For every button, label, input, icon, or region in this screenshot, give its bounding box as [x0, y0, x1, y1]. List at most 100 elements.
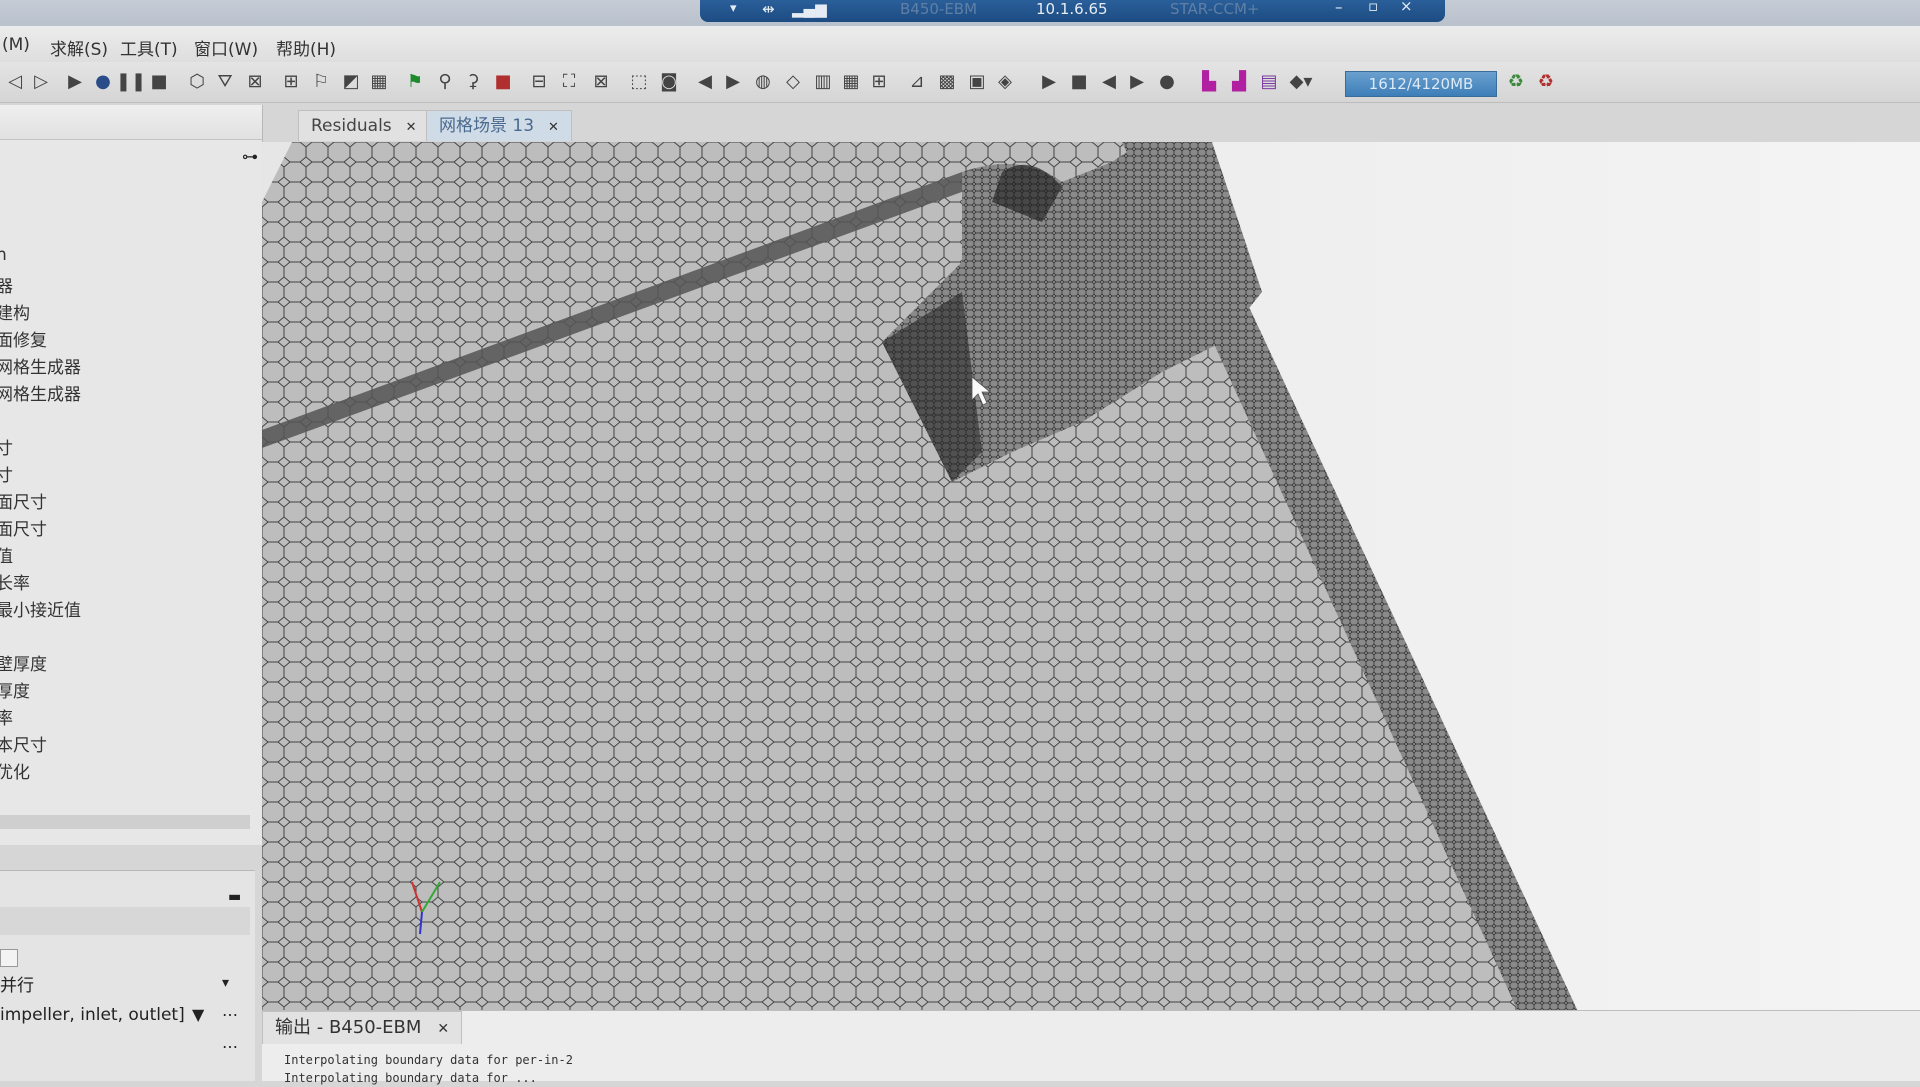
menu-bar: (M) 求解(S) 工具(T) 窗口(W) 帮助(H)	[0, 26, 1920, 62]
pause-icon[interactable]: ❚❚	[116, 70, 146, 92]
signal-icon: ▂▄▆	[792, 0, 827, 18]
tree-item[interactable]: 本尺寸	[0, 731, 47, 756]
menu-item-solve[interactable]: 求解(S)	[50, 35, 108, 60]
tree-item[interactable]: 长率	[0, 569, 30, 594]
step-back-icon[interactable]: ◀	[1098, 70, 1120, 92]
record-icon[interactable]: ●	[1156, 70, 1178, 92]
minimize-icon[interactable]: –	[1335, 0, 1343, 16]
region-filter-value[interactable]: impeller, inlet, outlet]	[0, 1005, 185, 1025]
menu-item-window[interactable]: 窗口(W)	[194, 35, 258, 60]
minimize-panel-icon[interactable]: ▬	[228, 889, 241, 905]
tree-item[interactable]: 面修复	[0, 326, 47, 351]
close-icon[interactable]: ✕	[548, 120, 559, 135]
grid2-icon[interactable]: ▦	[840, 70, 862, 92]
right-arrow-icon[interactable]: ▶	[722, 70, 744, 92]
tree-item[interactable]: 器	[0, 272, 13, 297]
output-log: Interpolating boundary data for per-in-2…	[284, 1051, 573, 1087]
step-icon[interactable]: ●	[92, 70, 114, 92]
tree-item[interactable]: 厚度	[0, 677, 30, 702]
tab-label: Residuals	[311, 116, 392, 136]
tree-item[interactable]: h	[0, 245, 7, 265]
filter-icon[interactable]: ▼	[192, 1005, 204, 1024]
bar-chart2-icon[interactable]: ▟	[1228, 70, 1250, 92]
stop2-icon[interactable]: ■	[1068, 70, 1090, 92]
pin-icon[interactable]: ⇹	[762, 0, 775, 18]
green-flag-icon[interactable]: ⚑	[404, 70, 426, 92]
tree-view-icon[interactable]: ⊶	[242, 147, 258, 166]
table-icon[interactable]: ▦	[368, 70, 390, 92]
tree-item[interactable]: 建构	[0, 299, 30, 324]
ellipsis-icon[interactable]: …	[222, 1001, 238, 1020]
section-icon[interactable]: ⊟	[528, 70, 550, 92]
menu-item-tools[interactable]: 工具(T)	[120, 35, 178, 60]
forward-icon[interactable]: ▷	[30, 70, 52, 92]
ellipsis-icon[interactable]: …	[222, 1033, 238, 1052]
report-dropdown-icon[interactable]: ◆▾	[1290, 70, 1313, 92]
output-tab[interactable]: 输出 - B450-EBM ✕	[262, 1011, 463, 1044]
tree-item[interactable]: 值	[0, 542, 13, 567]
output-panel: 输出 - B450-EBM ✕ Interpolating boundary da…	[262, 1010, 1920, 1085]
menu-item-mesh[interactable]: (M)	[2, 35, 30, 55]
walk-icon[interactable]: ⚲	[434, 70, 456, 92]
step-forward-icon[interactable]: ▶	[1126, 70, 1148, 92]
sphere-icon[interactable]: ◍	[752, 70, 774, 92]
property-row[interactable]	[0, 907, 250, 935]
tree-item[interactable]: 面尺寸	[0, 488, 47, 513]
simulation-tree-panel: ▬ ⊶ ▾ h 器 建构 面修复 网格生成器 网格生成器 寸 寸 面尺寸 面尺寸…	[0, 105, 263, 845]
monitor-icon[interactable]: ▩	[936, 70, 958, 92]
tree-item[interactable]: 寸	[0, 434, 13, 459]
tree-item[interactable]: 率	[0, 704, 13, 729]
gc2-icon[interactable]: ♻	[1535, 70, 1557, 92]
close-icon[interactable]: ✕	[437, 1021, 449, 1037]
properties-panel: ▬ 并行 ▾ impeller, inlet, outlet] ▼ … …	[0, 870, 255, 1081]
zoom-fit-icon[interactable]: ⊠	[590, 70, 612, 92]
run-icon[interactable]: ▶	[64, 70, 86, 92]
fit-icon[interactable]: ⛶	[558, 70, 580, 92]
geometry-icon[interactable]: ⬡	[186, 70, 208, 92]
back-icon[interactable]: ◁	[4, 70, 26, 92]
tree-item[interactable]: 网格生成器	[0, 380, 81, 405]
clear-mesh-icon[interactable]: ⊞	[280, 70, 302, 92]
bar-chart-icon[interactable]: ▙	[1198, 70, 1220, 92]
report-icon[interactable]: ▤	[1258, 70, 1280, 92]
log-line: Interpolating boundary data for ...	[284, 1071, 537, 1085]
document-name: B450-EBM	[900, 0, 978, 18]
red-stop-icon[interactable]: ■	[492, 70, 514, 92]
mesh-icon[interactable]: ⊠	[244, 70, 266, 92]
horizontal-scrollbar[interactable]	[0, 815, 250, 829]
filter-icon[interactable]: ⛛	[214, 70, 236, 92]
grid-icon[interactable]: ▥	[812, 70, 834, 92]
plot-icon[interactable]: ⊿	[906, 70, 928, 92]
plane-icon[interactable]: ◇	[782, 70, 804, 92]
close-icon[interactable]: ×	[1400, 0, 1413, 15]
surface-icon[interactable]: ◩	[340, 70, 362, 92]
dropdown-icon[interactable]: ▾	[730, 1, 737, 16]
menu-item-help[interactable]: 帮助(H)	[276, 35, 336, 60]
close-icon[interactable]: ✕	[406, 120, 417, 135]
tree-item[interactable]: 最小接近值	[0, 596, 81, 621]
left-arrow-icon[interactable]: ◀	[694, 70, 716, 92]
mesh-scene[interactable]	[262, 142, 1920, 1020]
tree-item[interactable]: 寸	[0, 461, 13, 486]
tree-item[interactable]: 壁厚度	[0, 650, 47, 675]
restore-icon[interactable]: ▫	[1368, 0, 1378, 15]
tab-residuals[interactable]: Residuals ✕	[298, 110, 430, 141]
mesh-scene-viewport[interactable]	[262, 142, 1920, 1020]
tab-mesh-scene[interactable]: 网格场景 13 ✕	[426, 110, 572, 141]
stop-icon[interactable]: ■	[148, 70, 170, 92]
select-icon[interactable]: ⬚	[628, 70, 650, 92]
probe-icon[interactable]: ◈	[994, 70, 1016, 92]
flag-icon[interactable]: ⚐	[310, 70, 332, 92]
tree-item[interactable]: 网格生成器	[0, 353, 81, 378]
camera-icon[interactable]: ◙	[658, 70, 680, 92]
grid3-icon[interactable]: ⊞	[868, 70, 890, 92]
scene-icon[interactable]: ▣	[966, 70, 988, 92]
chevron-down-icon[interactable]: ▾	[222, 975, 229, 991]
gc-icon[interactable]: ♻	[1505, 70, 1527, 92]
tree-item[interactable]: 面尺寸	[0, 515, 47, 540]
run-figure-icon[interactable]: ⚳	[462, 70, 484, 92]
checkbox[interactable]	[0, 949, 18, 967]
title-bar: ▾ ⇹ ▂▄▆ B450-EBM 10.1.6.65 STAR-CCM+ – ▫…	[0, 0, 1920, 26]
tree-item[interactable]: 优化	[0, 758, 30, 783]
play-icon[interactable]: ▶	[1038, 70, 1060, 92]
